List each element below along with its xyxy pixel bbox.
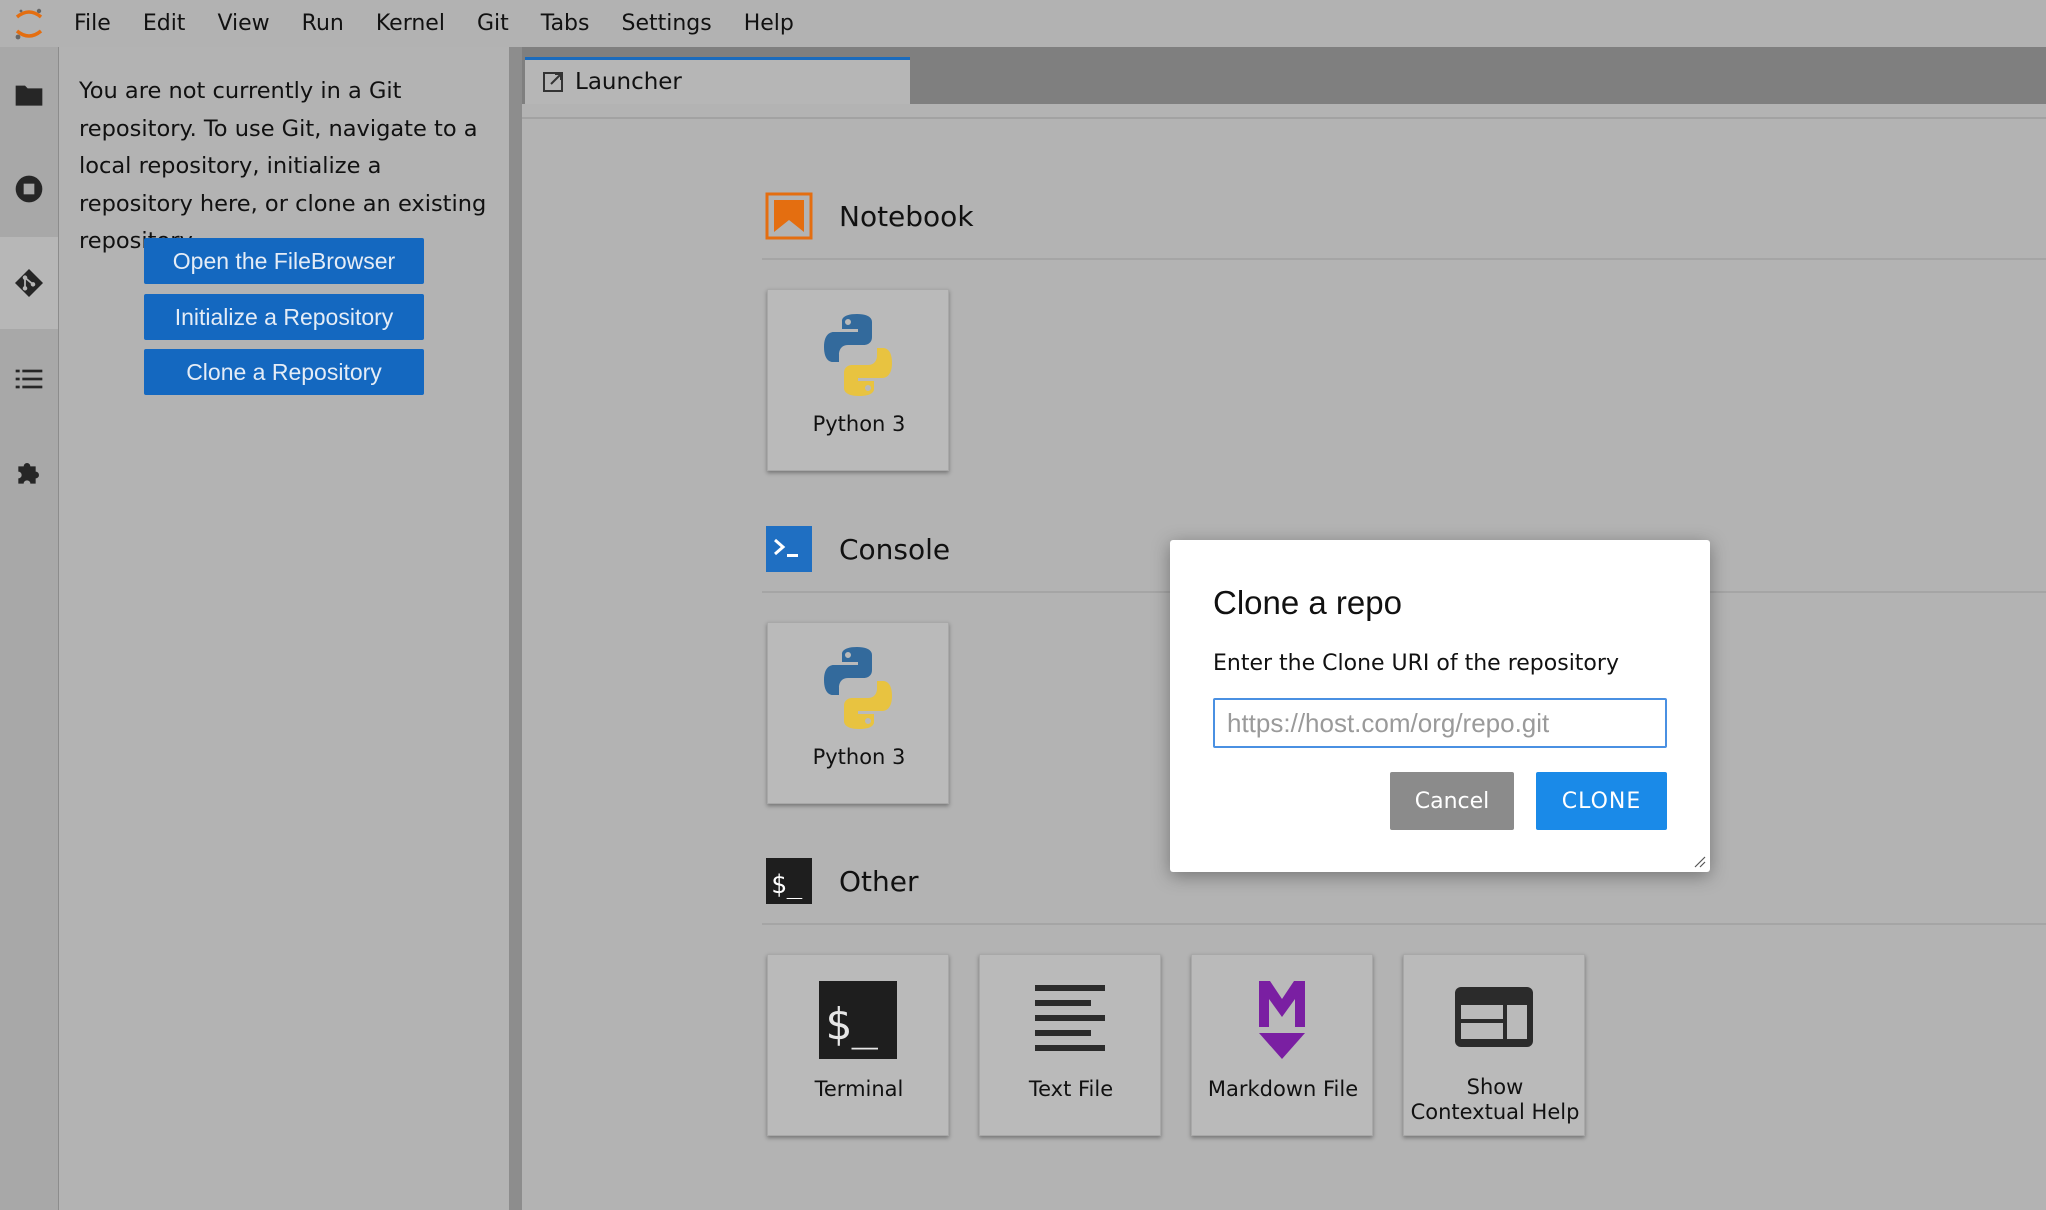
launcher-card-console-python3[interactable]: Python 3 [767, 622, 949, 804]
menu-help[interactable]: Help [728, 0, 810, 47]
clone-repository-button[interactable]: Clone a Repository [144, 349, 424, 395]
tab-launcher[interactable]: Launcher [525, 57, 910, 104]
console-icon [766, 526, 812, 572]
left-sidebar-rail [0, 47, 59, 1210]
git-status-message: You are not currently in a Git repositor… [79, 78, 487, 254]
python-icon [824, 314, 892, 396]
initialize-repository-button[interactable]: Initialize a Repository [144, 294, 424, 340]
puzzle-icon [18, 463, 39, 484]
section-title: Notebook [839, 199, 974, 233]
section-title: Other [839, 864, 919, 898]
menu-file[interactable]: File [58, 0, 127, 47]
running-sessions-tab[interactable] [0, 143, 58, 235]
launcher-card-markdown-file[interactable]: Markdown File [1191, 954, 1373, 1136]
clone-button[interactable]: CLONE [1536, 772, 1667, 830]
menu-view[interactable]: View [201, 0, 285, 47]
tab-label: Launcher [575, 69, 682, 95]
section-other: $_ Other [765, 855, 919, 907]
card-label-line1: Show [1466, 1075, 1524, 1099]
menu-edit[interactable]: Edit [127, 0, 202, 47]
resize-handle-icon[interactable] [1692, 854, 1706, 868]
menu-settings[interactable]: Settings [605, 0, 727, 47]
terminal-icon: $_ [766, 858, 812, 904]
open-filebrowser-button[interactable]: Open the FileBrowser [144, 238, 424, 284]
tab-divider [522, 117, 2046, 119]
launcher-card-text-file[interactable]: Text File [979, 954, 1161, 1136]
dialog-title: Clone a repo [1213, 584, 1402, 621]
card-label: Show Contextual Help [1404, 1075, 1586, 1125]
card-label: Terminal [814, 1077, 904, 1101]
clone-repo-dialog: Clone a repo Enter the Clone URI of the … [1170, 540, 1710, 872]
jupyter-logo-icon [0, 0, 58, 47]
card-label: Python 3 [812, 412, 906, 436]
section-divider [762, 923, 2046, 925]
extension-manager-tab[interactable] [0, 427, 58, 519]
text-file-icon [1035, 985, 1105, 1051]
file-browser-tab[interactable] [0, 49, 58, 141]
card-label: Markdown File [1207, 1077, 1359, 1101]
section-title: Console [839, 532, 951, 566]
menu-kernel[interactable]: Kernel [360, 0, 461, 47]
folder-icon [15, 85, 43, 106]
section-divider [762, 258, 2046, 260]
table-of-contents-tab[interactable] [0, 333, 58, 425]
git-tab[interactable] [0, 237, 58, 329]
menu-tabs[interactable]: Tabs [525, 0, 606, 47]
card-label: Text File [1028, 1077, 1114, 1101]
section-notebook: Notebook [765, 190, 974, 242]
svg-text:$_: $_ [771, 870, 803, 900]
contextual-help-icon [1455, 987, 1533, 1047]
clone-uri-input[interactable] [1213, 698, 1667, 748]
notebook-icon [765, 192, 813, 240]
list-icon [15, 369, 43, 389]
terminal-icon: $_ [819, 981, 897, 1059]
card-label-line2: Contextual Help [1410, 1100, 1580, 1124]
tab-bar: Launcher [522, 47, 2046, 104]
stop-circle-icon [15, 175, 43, 203]
launcher-card-notebook-python3[interactable]: Python 3 [767, 289, 949, 471]
launcher-card-terminal[interactable]: $_ Terminal [767, 954, 949, 1136]
python-icon [824, 647, 892, 729]
git-icon [15, 269, 43, 297]
launcher-card-contextual-help[interactable]: Show Contextual Help [1403, 954, 1585, 1136]
section-console: Console [765, 523, 950, 575]
panel-splitter[interactable] [509, 47, 522, 1210]
menu-bar: File Edit View Run Kernel Git Tabs Setti… [0, 0, 2046, 47]
launcher-icon [543, 72, 563, 92]
cancel-button[interactable]: Cancel [1390, 772, 1514, 830]
svg-text:$_: $_ [825, 999, 878, 1050]
menu-run[interactable]: Run [286, 0, 360, 47]
git-panel: You are not currently in a Git repositor… [59, 47, 509, 1210]
markdown-icon [1259, 981, 1305, 1059]
clone-uri-label: Enter the Clone URI of the repository [1213, 651, 1619, 676]
card-label: Python 3 [812, 745, 906, 769]
menu-git[interactable]: Git [461, 0, 525, 47]
